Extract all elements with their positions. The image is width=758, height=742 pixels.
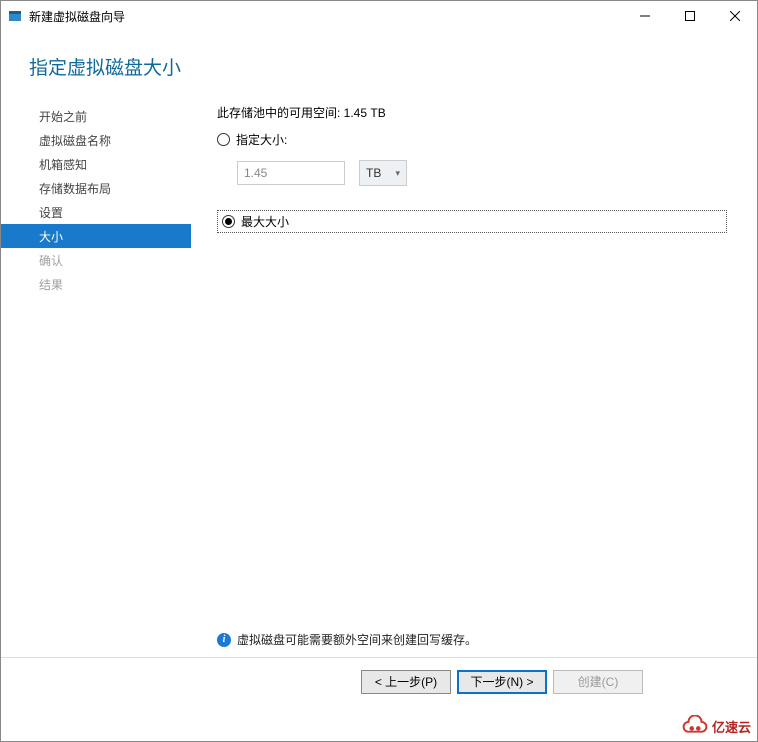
close-button[interactable]: [712, 1, 757, 31]
content-area: 开始之前 虚拟磁盘名称 机箱感知 存储数据布局 设置 大小 确认 结果 此存储池…: [1, 98, 757, 658]
sidebar-item-name[interactable]: 虚拟磁盘名称: [1, 128, 191, 152]
sidebar-item-settings[interactable]: 设置: [1, 200, 191, 224]
sidebar-item-result: 结果: [1, 272, 191, 296]
info-icon: i: [217, 633, 231, 647]
radio-icon: [222, 215, 235, 228]
sidebar-item-label: 虚拟磁盘名称: [39, 132, 111, 149]
sidebar-item-label: 确认: [39, 252, 63, 269]
unit-select[interactable]: TB ▾: [359, 160, 407, 186]
sidebar-item-label: 开始之前: [39, 108, 87, 125]
page-title: 指定虚拟磁盘大小: [29, 53, 729, 80]
watermark-logo-icon: [682, 715, 708, 737]
titlebar: 新建虚拟磁盘向导: [1, 1, 757, 31]
app-icon: [7, 8, 23, 24]
free-space-label: 此存储池中的可用空间: 1.45 TB: [217, 104, 727, 121]
hint-message: i 虚拟磁盘可能需要额外空间来创建回写缓存。: [217, 631, 477, 648]
minimize-button[interactable]: [622, 1, 667, 31]
sidebar-item-label: 存储数据布局: [39, 180, 111, 197]
wizard-footer: < 上一步(P) 下一步(N) > 创建(C) 取消: [1, 657, 757, 705]
sidebar-item-label: 大小: [39, 228, 63, 245]
size-input[interactable]: [237, 161, 345, 185]
watermark: 亿速云: [682, 715, 751, 737]
create-button: 创建(C): [553, 670, 643, 694]
sidebar-item-size[interactable]: 大小: [1, 224, 191, 248]
window-title: 新建虚拟磁盘向导: [29, 8, 125, 25]
sidebar-item-enclosure[interactable]: 机箱感知: [1, 152, 191, 176]
radio-label: 指定大小:: [236, 131, 287, 148]
sidebar-item-before[interactable]: 开始之前: [1, 104, 191, 128]
window-controls: [622, 1, 757, 31]
unit-value: TB: [366, 166, 381, 180]
radio-max-size[interactable]: 最大大小: [217, 210, 727, 233]
radio-label: 最大大小: [241, 213, 289, 230]
prev-button[interactable]: < 上一步(P): [361, 670, 451, 694]
size-input-row: TB ▾: [237, 160, 727, 186]
sidebar-item-label: 结果: [39, 276, 63, 293]
chevron-down-icon: ▾: [395, 168, 400, 179]
maximize-button[interactable]: [667, 1, 712, 31]
sidebar-item-label: 设置: [39, 204, 63, 221]
sidebar-item-label: 机箱感知: [39, 156, 87, 173]
hint-text: 虚拟磁盘可能需要额外空间来创建回写缓存。: [237, 631, 477, 648]
radio-specify-size[interactable]: 指定大小:: [217, 131, 727, 148]
wizard-header: 指定虚拟磁盘大小: [1, 31, 757, 98]
radio-icon: [217, 133, 230, 146]
main-panel: 此存储池中的可用空间: 1.45 TB 指定大小: TB ▾ 最大大小 i 虚拟…: [191, 98, 757, 658]
sidebar-item-layout[interactable]: 存储数据布局: [1, 176, 191, 200]
sidebar-item-confirm: 确认: [1, 248, 191, 272]
next-button[interactable]: 下一步(N) >: [457, 670, 547, 694]
wizard-steps-sidebar: 开始之前 虚拟磁盘名称 机箱感知 存储数据布局 设置 大小 确认 结果: [1, 98, 191, 658]
watermark-text: 亿速云: [712, 717, 751, 736]
